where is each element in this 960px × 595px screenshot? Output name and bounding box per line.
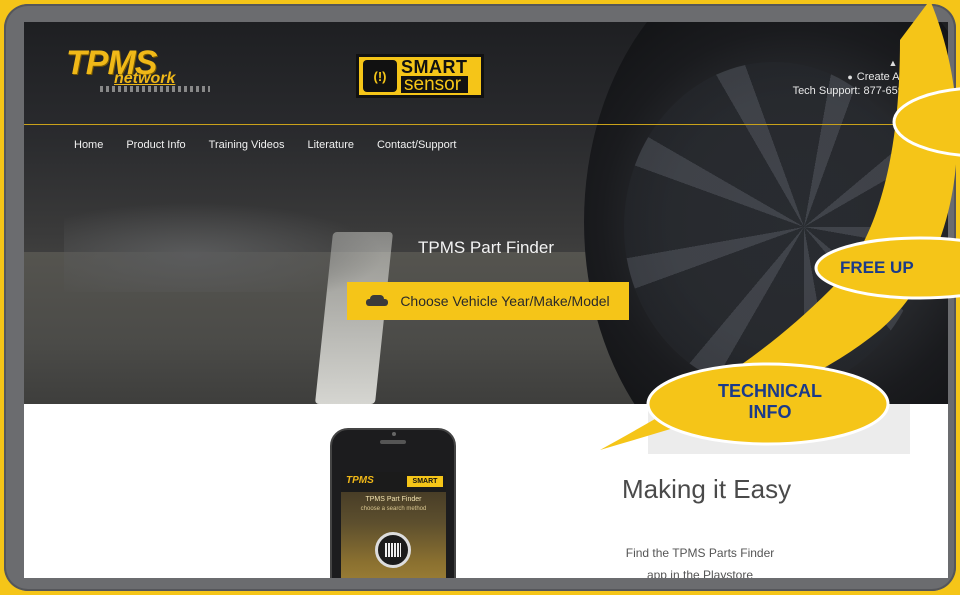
smart-sensor-logo[interactable]: (!) SMART sensor	[356, 54, 484, 98]
technical-label-line-1: TECHNICAL	[718, 381, 822, 401]
login-label: Log In	[901, 57, 932, 69]
playstore-description: Find the TPMS Parts Finder app in the Pl…	[620, 542, 780, 578]
create-account-link[interactable]: ● Create Account	[793, 70, 932, 84]
tpms-warning-icon: (!)	[363, 60, 397, 92]
nav-item-literature[interactable]: Literature	[308, 139, 354, 151]
nav-item-training-videos[interactable]: Training Videos	[209, 139, 285, 151]
create-account-label: Create Account	[856, 71, 932, 83]
login-link[interactable]: ▲ Log In	[793, 56, 932, 70]
part-finder-title: TPMS Part Finder	[417, 238, 555, 257]
logo-stripes	[100, 86, 210, 92]
phone-speaker	[380, 440, 406, 444]
tpms-network-logo[interactable]: TPMS network	[66, 46, 216, 92]
site-header: TPMS network (!) SMART sensor ▲ Log In ● C…	[24, 22, 948, 125]
account-links: ▲ Log In ● Create Account Tech Support: 87…	[793, 56, 932, 98]
technical-info-label: TECHNICAL INFO	[690, 381, 850, 423]
free-updates-label: FREE UP	[840, 258, 914, 277]
technical-label-line-2: INFO	[748, 402, 792, 422]
phone-screen: TPMS SMART TPMS Part Finder choose a sea…	[341, 472, 446, 578]
main-nav: Home Product Info Training Videos Litera…	[24, 126, 948, 164]
phone-tpms-logo: TPMS	[346, 475, 374, 486]
hero-banner: TPMS network (!) SMART sensor ▲ Log In ● C…	[24, 22, 948, 502]
car-icon	[366, 295, 389, 307]
user-icon: ●	[847, 72, 853, 82]
description-line-1: Find the TPMS Parts Finder	[625, 546, 775, 560]
phone-camera	[392, 432, 396, 436]
website-screen: TPMS network (!) SMART sensor ▲ Log In ● C…	[24, 22, 948, 578]
logo-sensor-text: sensor	[401, 75, 468, 94]
phone-scan-button	[375, 532, 411, 568]
barcode-icon	[385, 543, 401, 557]
phone-image: TPMS SMART TPMS Part Finder choose a sea…	[330, 428, 456, 578]
nav-item-home[interactable]: Home	[74, 139, 103, 151]
nav-item-contact-support[interactable]: Contact/Support	[377, 139, 457, 151]
description-line-2: app in the Playstore	[646, 568, 754, 578]
phone-app-header: TPMS SMART	[341, 472, 446, 492]
phone-app-subtitle: choose a search method	[360, 506, 427, 512]
phone-smart-badge: SMART	[407, 476, 443, 487]
nav-item-product-info[interactable]: Product Info	[126, 139, 185, 151]
content-section: TPMS SMART TPMS Part Finder choose a sea…	[24, 404, 948, 578]
making-easy-heading: Making it Easy	[622, 474, 792, 504]
choose-vehicle-label: Choose Vehicle Year/Make/Model	[400, 293, 610, 309]
choose-vehicle-button[interactable]: Choose Vehicle Year/Make/Model	[347, 282, 629, 320]
phone-app-title: TPMS Part Finder	[365, 496, 422, 503]
lock-icon: ▲	[888, 58, 898, 68]
tech-support-text: Tech Support: 877-659-8767	[792, 85, 932, 97]
